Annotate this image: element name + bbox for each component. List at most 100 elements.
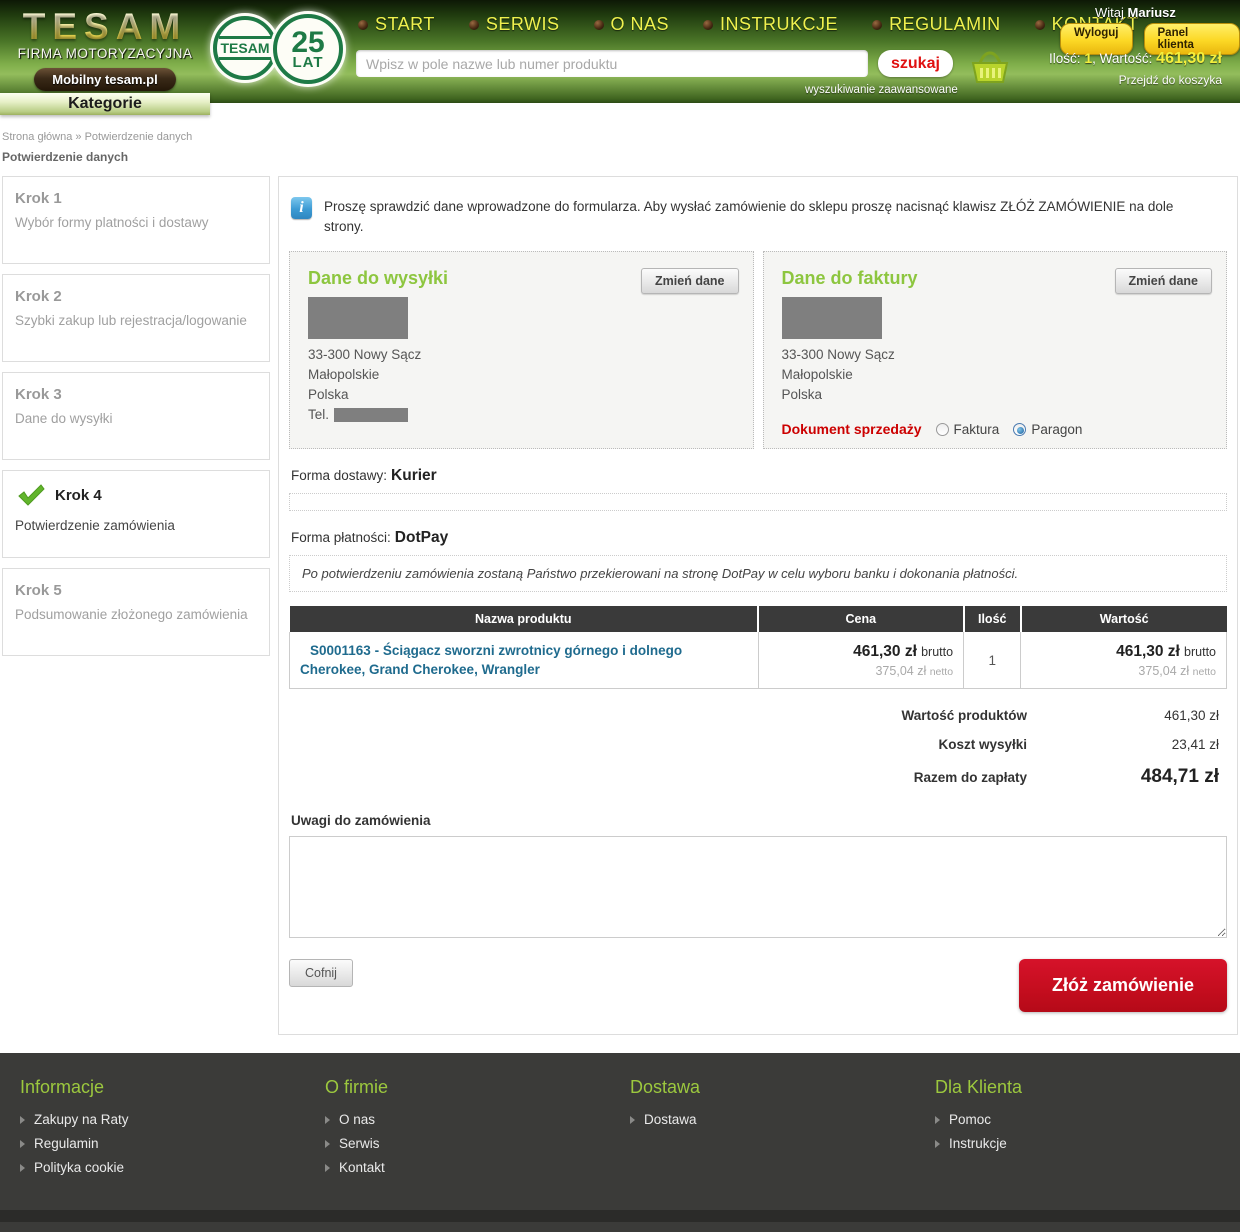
nav-item-instrukcje[interactable]: INSTRUKCJE [703,14,838,35]
footer-link-pomoc[interactable]: Pomoc [935,1112,1240,1127]
radio-faktura[interactable]: Faktura [936,422,1000,437]
breadcrumb-separator: » [75,131,81,143]
site-header: TESAM FIRMA MOTORYZACYJNA Mobilny tesam.… [0,0,1240,103]
bullet-icon [358,20,368,30]
payment-method-line: Forma płatności:DotPay [291,529,1225,547]
step-3[interactable]: Krok 3 Dane do wysyłki [2,372,270,460]
nav-item-serwis[interactable]: SERWIS [469,14,560,35]
bullet-icon [872,20,882,30]
products-table: Nazwa produktu Cena Ilość Wartość S00011… [289,606,1227,689]
arrow-icon [325,1116,330,1124]
delivery-options-box [289,493,1227,511]
site-footer: Informacje Zakupy na Raty Regulamin Poli… [0,1053,1240,1232]
order-remarks-textarea[interactable] [289,836,1227,938]
checkmark-icon [17,484,45,506]
payment-note: Po potwierdzeniu zamówienia zostaną Pańs… [289,555,1227,592]
user-name: Mariusz [1128,5,1176,20]
back-button[interactable]: Cofnij [289,959,353,987]
invoice-data-panel: Dane do faktury Zmień dane 33-300 Nowy S… [763,251,1228,449]
bullet-icon [594,20,604,30]
basket-icon[interactable] [970,51,1010,85]
shipping-cost-row: Koszt wysyłki 23,41 zł [289,730,1227,759]
step-4-active[interactable]: Krok 4 Potwierdzenie zamówienia [2,470,270,558]
col-quantity: Ilość [964,606,1021,632]
search-input[interactable] [356,50,868,77]
footer-link-instrukcje[interactable]: Instrukcje [935,1136,1240,1151]
product-link[interactable]: S0001163 - Ściągacz sworzni zwrotnicy gó… [300,641,748,679]
step-1[interactable]: Krok 1 Wybór formy platności i dostawy [2,176,270,264]
arrow-icon [935,1140,940,1148]
bullet-icon [469,20,479,30]
info-icon: i [291,197,312,219]
radio-paragon[interactable]: Paragon [1013,422,1082,437]
25-lat-badge: 25 LAT [273,14,343,84]
footer-link-zakupy-na-raty[interactable]: Zakupy na Raty [20,1112,325,1127]
footer-link-dostawa[interactable]: Dostawa [630,1112,935,1127]
redacted-phone [334,408,408,422]
order-confirmation-panel: i Proszę sprawdzić dane wprowadzone do f… [278,176,1238,1035]
col-product-name: Nazwa produktu [290,606,759,632]
arrow-icon [935,1116,940,1124]
grand-total-row: Razem do zapłaty 484,71 zł [289,759,1227,795]
categories-menu-button[interactable]: Kategorie [0,93,210,115]
order-remarks-label: Uwagi do zamówienia [291,813,1225,828]
logo-block: TESAM FIRMA MOTORYZACYJNA Mobilny tesam.… [0,0,210,95]
value-cell: 461,30 zł brutto 375,04 zł netto [1021,632,1227,689]
change-invoice-data-button[interactable]: Zmień dane [1115,268,1212,294]
nav-item-regulamin[interactable]: REGULAMIN [872,14,1001,35]
info-message: i Proszę sprawdzić dane wprowadzone do f… [289,189,1227,251]
quantity-cell: 1 [964,632,1021,689]
footer-link-o-nas[interactable]: O nas [325,1112,630,1127]
arrow-icon [20,1140,25,1148]
breadcrumb: Strona główna » Potwierdzenie danych [2,131,1240,143]
col-value: Wartość [1021,606,1227,632]
anniversary-badge: TESAM 25 LAT [213,10,348,94]
logo-subtitle: FIRMA MOTORYZACYJNA [0,46,210,61]
step-2[interactable]: Krok 2 Szybki zakup lub rejestracja/logo… [2,274,270,362]
footer-link-serwis[interactable]: Serwis [325,1136,630,1151]
footer-link-kontakt[interactable]: Kontakt [325,1160,630,1175]
footer-link-regulamin[interactable]: Regulamin [20,1136,325,1151]
delivery-method-line: Forma dostawy:Kurier [291,467,1225,485]
user-greeting: Witaj Mariusz [1095,5,1176,20]
goto-cart-link[interactable]: Przejdź do koszyka [1049,73,1222,87]
arrow-icon [325,1164,330,1172]
radio-checked-icon[interactable] [1013,423,1026,436]
col-price: Cena [758,606,964,632]
logo[interactable]: TESAM [0,6,210,48]
change-shipping-data-button[interactable]: Zmień dane [641,268,738,294]
advanced-search-link[interactable]: wyszukiwanie zaawansowane [805,84,958,96]
checkout-steps-sidebar: Krok 1 Wybór formy platności i dostawy K… [2,176,270,666]
payment-method-value: DotPay [395,529,448,546]
table-row: S0001163 - Ściągacz sworzni zwrotnicy gó… [290,632,1227,689]
price-cell: 461,30 zł brutto 375,04 zł netto [758,632,964,689]
radio-icon[interactable] [936,423,949,436]
cart-summary: Ilość: 1, Wartość: 461,30 zł Przejdź do … [1049,50,1222,87]
footer-col-informacje: Informacje Zakupy na Raty Regulamin Poli… [20,1077,325,1184]
order-totals: Wartość produktów 461,30 zł Koszt wysyłk… [289,701,1227,795]
bullet-icon [703,20,713,30]
bullet-icon [1035,20,1045,30]
nav-item-start[interactable]: START [358,14,435,35]
place-order-button[interactable]: Złóż zamówienie [1019,959,1227,1012]
shipping-data-panel: Dane do wysyłki Zmień dane 33-300 Nowy S… [289,251,754,449]
nav-item-o-nas[interactable]: O NAS [594,14,670,35]
tesam-logo-seal: TESAM [213,16,277,80]
footer-bottom-strip [0,1210,1240,1222]
redacted-recipient [308,297,408,339]
arrow-icon [630,1116,635,1124]
table-header-row: Nazwa produktu Cena Ilość Wartość [290,606,1227,632]
arrow-icon [325,1140,330,1148]
redacted-recipient [782,297,882,339]
arrow-icon [20,1116,25,1124]
footer-col-dostawa: Dostawa Dostawa [630,1077,935,1184]
search-button[interactable]: szukaj [878,50,953,77]
cart-quantity: 1 [1084,50,1092,66]
step-5[interactable]: Krok 5 Podsumowanie złożonego zamówienia [2,568,270,656]
delivery-method-value: Kurier [391,467,437,484]
footer-col-o-firmie: O firmie O nas Serwis Kontakt [325,1077,630,1184]
main-nav: START SERWIS O NAS INSTRUKCJE REGULAMIN … [358,14,1139,35]
breadcrumb-home-link[interactable]: Strona główna [2,131,72,143]
mobile-site-button[interactable]: Mobilny tesam.pl [34,68,175,91]
footer-link-polityka-cookie[interactable]: Polityka cookie [20,1160,325,1175]
